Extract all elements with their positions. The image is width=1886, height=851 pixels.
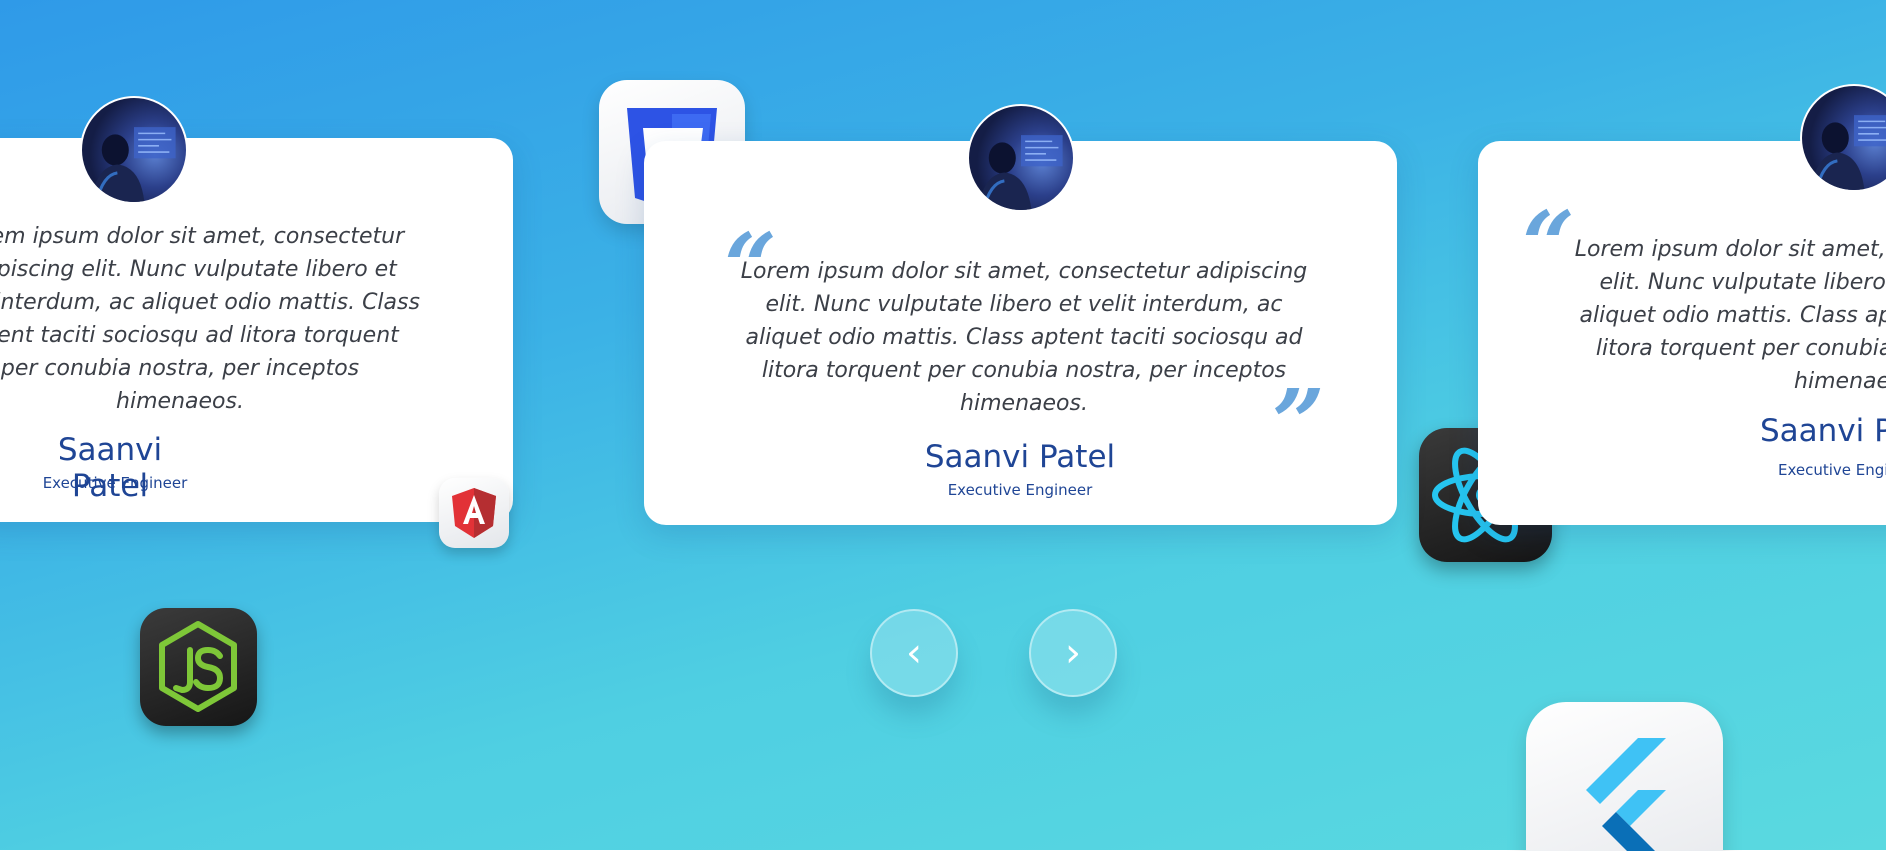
testimonial-card: Lorem ipsum dolor sit amet, consectetur … — [0, 138, 513, 522]
angular-icon — [439, 478, 509, 548]
testimonial-role: Executive Engineer — [42, 474, 188, 492]
avatar — [80, 96, 188, 204]
testimonial-quote: Lorem ipsum dolor sit amet, consectetur … — [1574, 237, 1886, 394]
nodejs-icon — [140, 608, 257, 726]
close-quote-icon: ” — [1272, 369, 1325, 477]
open-quote-icon: “ — [1522, 191, 1575, 299]
testimonial-name: Saanvi Patel — [1760, 413, 1886, 449]
next-button[interactable]: › — [1029, 609, 1117, 697]
chevron-left-icon: ‹ — [906, 630, 922, 676]
chevron-right-icon: › — [1065, 630, 1081, 676]
testimonials-section: Lorem ipsum dolor sit amet, consectetur … — [0, 0, 1886, 851]
avatar — [967, 104, 1075, 212]
testimonial-role: Executive Engineer — [947, 481, 1093, 499]
testimonial-card: “ Lorem ipsum dolor sit amet, consectetu… — [1478, 141, 1886, 525]
testimonial-name: Saanvi Patel — [57, 432, 163, 504]
testimonial-quote: Lorem ipsum dolor sit amet, consectetur … — [740, 259, 1308, 416]
testimonial-quote: Lorem ipsum dolor sit amet, consectetur … — [0, 224, 420, 414]
previous-button[interactable]: ‹ — [870, 609, 958, 697]
flutter-icon — [1526, 702, 1723, 851]
testimonial-name: Saanvi Patel — [924, 439, 1116, 475]
testimonial-role: Executive Engineer — [1778, 461, 1886, 479]
